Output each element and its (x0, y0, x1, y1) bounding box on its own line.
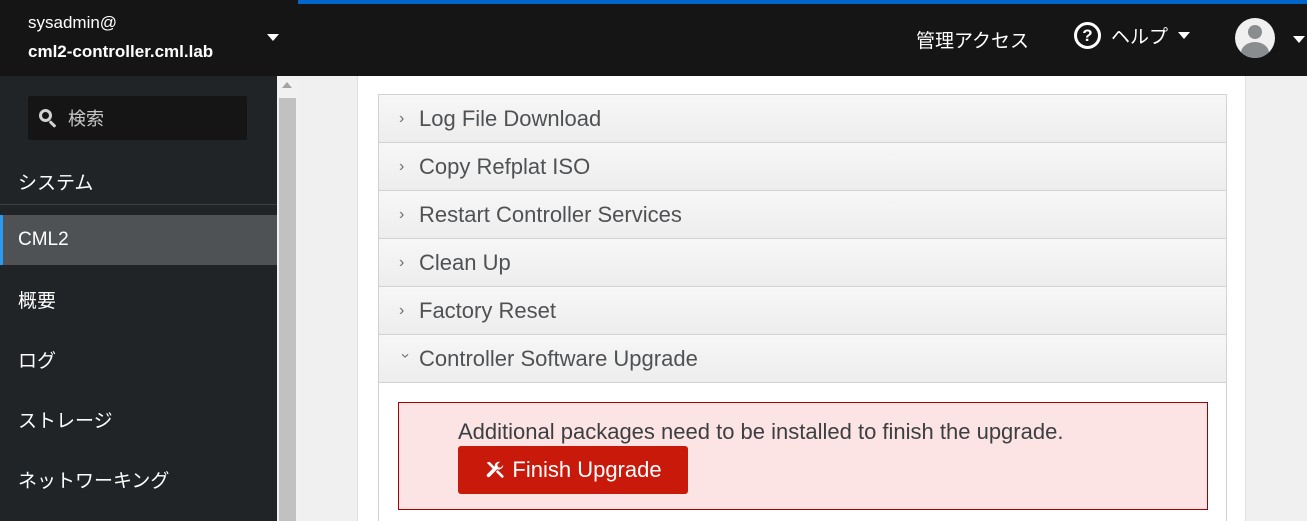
accordion-factory-reset[interactable]: › Factory Reset (379, 287, 1226, 335)
help-icon: ? (1074, 22, 1101, 49)
sidebar-item-label: ネットワーキング (18, 470, 170, 492)
main-content: › Log File Download › Copy Refplat ISO ›… (298, 76, 1307, 521)
admin-access-button[interactable]: 管理アクセス (916, 26, 1029, 53)
main-scrollbar[interactable] (1296, 76, 1307, 521)
caret-down-icon (267, 34, 279, 41)
accordion-log-file-download[interactable]: › Log File Download (379, 95, 1226, 143)
upgrade-alert: Additional packages need to be installed… (398, 402, 1208, 510)
scrollbar-thumb[interactable] (279, 98, 296, 521)
accordion-label: Factory Reset (419, 297, 556, 323)
accordion-controller-software-upgrade[interactable]: › Controller Software Upgrade (379, 335, 1226, 383)
chevron-right-icon: › (399, 109, 405, 127)
alert-message: Additional packages need to be installed… (458, 419, 1064, 444)
finish-upgrade-label: Finish Upgrade (512, 457, 662, 482)
accordion-label: Log File Download (419, 105, 602, 131)
avatar-body (1241, 42, 1269, 58)
sidebar: sysadmin@ cml2-controller.cml.lab 検索 システ… (0, 0, 298, 521)
accordion-label: Restart Controller Services (419, 201, 682, 227)
chevron-down-icon: › (397, 352, 414, 358)
chevron-right-icon: › (399, 205, 405, 223)
wrench-icon (484, 459, 506, 481)
content-card: › Log File Download › Copy Refplat ISO ›… (357, 76, 1246, 521)
accordion-label: Controller Software Upgrade (419, 345, 698, 371)
sidebar-scrollbar[interactable] (277, 76, 298, 521)
chevron-right-icon: › (399, 157, 405, 175)
caret-down-icon (1178, 32, 1191, 39)
sidebar-item-label: ストレージ (18, 410, 113, 432)
host-user: sysadmin@ (28, 13, 118, 32)
nav-divider (0, 204, 277, 205)
sidebar-item-label: 概要 (18, 290, 57, 312)
finish-upgrade-button[interactable]: Finish Upgrade (458, 446, 688, 494)
sidebar-item-networking[interactable]: ネットワーキング (0, 455, 277, 503)
host-switcher[interactable]: sysadmin@ cml2-controller.cml.lab (0, 0, 298, 76)
search-placeholder: 検索 (68, 109, 104, 129)
accordion-label: Copy Refplat ISO (419, 153, 591, 179)
accordion-clean-up[interactable]: › Clean Up (379, 239, 1226, 287)
sidebar-item-system[interactable]: システム (0, 158, 277, 204)
upgrade-panel: Additional packages need to be installed… (379, 383, 1226, 521)
accordion-label: Clean Up (419, 249, 511, 275)
sidebar-item-storage[interactable]: ストレージ (0, 395, 277, 443)
sidebar-item-label: システム (18, 172, 94, 194)
avatar[interactable] (1235, 18, 1275, 58)
help-menu-button[interactable]: ? ヘルプ (1074, 22, 1191, 49)
host-name: cml2-controller.cml.lab (28, 42, 214, 61)
sidebar-item-cml2[interactable]: CML2 (0, 215, 277, 265)
avatar-icon (1248, 25, 1262, 39)
scroll-up-icon[interactable] (282, 82, 292, 88)
sidebar-item-logs[interactable]: ログ (0, 335, 277, 383)
top-accent-line (298, 0, 1307, 4)
chevron-right-icon: › (399, 301, 405, 319)
top-bar: 管理アクセス ? ヘルプ (298, 0, 1307, 76)
help-label: ヘルプ (1111, 27, 1169, 48)
accordion-copy-refplat-iso[interactable]: › Copy Refplat ISO (379, 143, 1226, 191)
caret-down-icon[interactable] (1293, 36, 1305, 43)
sidebar-item-label: ログ (18, 350, 57, 372)
accordion-restart-controller-services[interactable]: › Restart Controller Services (379, 191, 1226, 239)
search-icon (38, 108, 58, 128)
maintenance-accordion: › Log File Download › Copy Refplat ISO ›… (378, 94, 1227, 521)
sidebar-item-label: CML2 (18, 229, 69, 250)
chevron-right-icon: › (399, 253, 405, 271)
search-input[interactable]: 検索 (28, 96, 247, 140)
sidebar-item-overview[interactable]: 概要 (0, 275, 277, 323)
